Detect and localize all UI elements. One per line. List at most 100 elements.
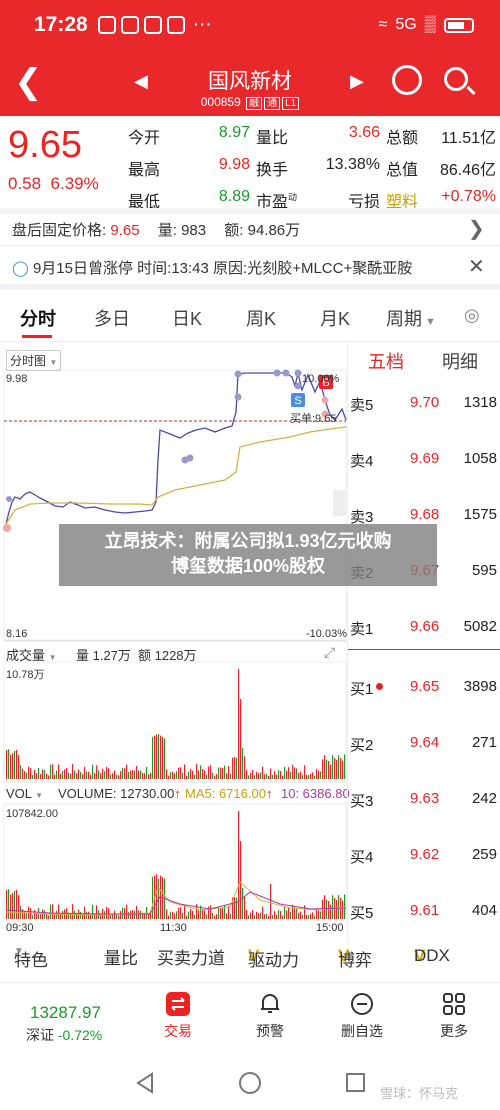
next-stock-icon[interactable]: ▶ xyxy=(350,71,364,92)
ask-row[interactable]: 卖1 9.66 5082 xyxy=(348,614,500,642)
quote-value: 3.66 xyxy=(348,124,380,141)
limit-up-text: 9月15日曾涨停 时间:13:43 原因:光刻胶+MLCC+聚酰亚胺 xyxy=(32,260,413,277)
bid-row[interactable]: 买1 9.65 3898 xyxy=(348,674,500,702)
bid-row[interactable]: 买5 9.61 404 xyxy=(348,898,500,926)
volume-bar xyxy=(86,771,88,779)
volume-bar xyxy=(188,911,190,919)
quote-value: 11.51亿 xyxy=(441,130,496,147)
volume-bar xyxy=(48,775,50,779)
nav-back-icon[interactable] xyxy=(136,1072,153,1094)
bid-row[interactable]: 买3 9.63 242 xyxy=(348,786,500,814)
level-price: 9.69 xyxy=(410,450,440,467)
remove-watchlist-button[interactable]: 删自选 xyxy=(332,991,392,1041)
volume-bar xyxy=(222,768,224,779)
vol-max-label: 107842.00 xyxy=(6,808,58,820)
volume-bar xyxy=(330,764,332,779)
volume-selector[interactable]: 成交量 ▼ xyxy=(6,645,57,664)
trade-marker xyxy=(294,382,302,390)
bid-row[interactable]: 买4 9.62 259 xyxy=(348,842,500,870)
volume-bar xyxy=(140,910,142,919)
trade-marker xyxy=(321,396,329,404)
limit-up-note[interactable]: ◯ 9月15日曾涨停 时间:13:43 原因:光刻胶+MLCC+聚酰亚胺 xyxy=(12,257,412,278)
tab-period[interactable]: 周期 ▼ xyxy=(386,305,436,331)
indicator-buy-sell-force[interactable]: 买卖力道 xyxy=(157,944,225,969)
volume-bar xyxy=(212,772,214,779)
level-price: 9.68 xyxy=(410,506,440,523)
volume-bar xyxy=(148,774,150,779)
volume-bar xyxy=(126,904,128,919)
chevron-right-icon[interactable]: ❯ xyxy=(468,216,485,241)
indicator-volume-ratio[interactable]: 量比 xyxy=(104,944,138,969)
sell-order-note: 买单:9.65 xyxy=(290,413,337,425)
nav-bar: ❮ ◀ 国风新材 000859 融通 L1 ▶ xyxy=(0,55,500,115)
volume-bar xyxy=(124,768,126,779)
volume-bar xyxy=(202,768,204,779)
quote-label: 量比 xyxy=(256,130,289,147)
intraday-selector[interactable]: 分时图 ▼ xyxy=(6,350,62,371)
status-app-icons xyxy=(97,16,185,34)
nav-home-icon[interactable] xyxy=(239,1072,261,1094)
tab-month-k[interactable]: 月K xyxy=(320,305,350,331)
tab-intraday[interactable]: 分时 xyxy=(20,305,56,331)
ask-row[interactable]: 卖4 9.69 1058 xyxy=(348,446,500,474)
volume-bar xyxy=(132,770,134,779)
vol-volume-value: VOLUME: 12730.00 xyxy=(58,786,175,801)
bid-row[interactable]: 买2 9.64 271 xyxy=(348,730,500,758)
volume-bar xyxy=(324,755,326,779)
volume-bar xyxy=(118,775,120,779)
volume-bar xyxy=(300,911,302,919)
volume-bar xyxy=(194,774,196,779)
volume-bar xyxy=(142,772,144,779)
indicator-bar: 特色 ▼ 量比 买卖力道 V 驱动力 V 博弈 V DDX xyxy=(0,942,500,970)
y-low-label: 8.16 xyxy=(6,628,28,640)
search-icon[interactable] xyxy=(444,67,468,91)
volume-bar xyxy=(320,771,322,779)
volume-bar xyxy=(304,905,306,919)
quote-value: 8.97 xyxy=(218,124,250,141)
volume-bar xyxy=(10,894,12,919)
more-button[interactable]: 更多 xyxy=(424,991,484,1041)
back-icon[interactable]: ❮ xyxy=(14,65,43,99)
quote-label: 今开 xyxy=(128,130,161,147)
caret-down-icon: ▼ xyxy=(49,358,58,367)
settings-icon[interactable]: ◎ xyxy=(464,305,480,326)
expand-icon[interactable]: ⤢ xyxy=(324,644,335,661)
prev-stock-icon[interactable]: ◀ xyxy=(134,71,148,92)
intraday-chart[interactable]: S B 分时图 ▼ 9.98 10.00% 买单:9.65 8.16 -10.0… xyxy=(0,342,350,942)
vol-selector[interactable]: VOL ▼ xyxy=(6,786,43,801)
trade-button[interactable]: 交易 xyxy=(148,991,208,1041)
level-volume: 404 xyxy=(471,902,497,919)
tab-details[interactable]: 明细 xyxy=(442,348,478,374)
volume-bars xyxy=(6,669,346,779)
alert-button[interactable]: 预警 xyxy=(240,991,300,1041)
close-icon[interactable]: ✕ xyxy=(468,254,485,279)
level-label: 卖4 xyxy=(350,453,374,470)
news-toast[interactable]: 立昂技术：附属公司拟1.93亿元收购 博玺数据100%股权 xyxy=(59,524,437,586)
volume-bar xyxy=(314,915,316,919)
tab-multi-day[interactable]: 多日 xyxy=(94,305,130,331)
volume-bar xyxy=(104,771,106,779)
tab-week-k[interactable]: 周K xyxy=(246,305,276,331)
index-value[interactable]: 13287.97 xyxy=(30,1003,101,1023)
nav-recent-icon[interactable] xyxy=(346,1073,365,1092)
volume-bar xyxy=(60,773,62,779)
scroll-handle[interactable] xyxy=(333,490,346,516)
alarm-icon[interactable] xyxy=(392,65,422,95)
volume-bar xyxy=(322,759,324,779)
volume-bar xyxy=(272,774,274,779)
volume-bar xyxy=(56,910,58,919)
level-volume: 1575 xyxy=(463,506,497,523)
volume-bar xyxy=(250,912,252,919)
volume-bar xyxy=(48,915,50,919)
volume-bar xyxy=(176,911,178,919)
tab-five-levels[interactable]: 五档 xyxy=(368,348,404,374)
level-label: 卖5 xyxy=(350,397,374,414)
indicator-ddx-label: DDX xyxy=(414,946,450,965)
tab-day-k[interactable]: 日K xyxy=(172,305,202,331)
change-pct: 6.39% xyxy=(50,174,99,193)
volume-bar xyxy=(328,760,330,779)
level-volume: 1058 xyxy=(463,450,497,467)
after-hours-row[interactable]: 盘后固定价格: 9.65 量: 983 额: 94.86万 xyxy=(12,219,300,240)
volume-bar xyxy=(242,747,244,779)
ask-row[interactable]: 卖5 9.70 1318 xyxy=(348,390,500,418)
